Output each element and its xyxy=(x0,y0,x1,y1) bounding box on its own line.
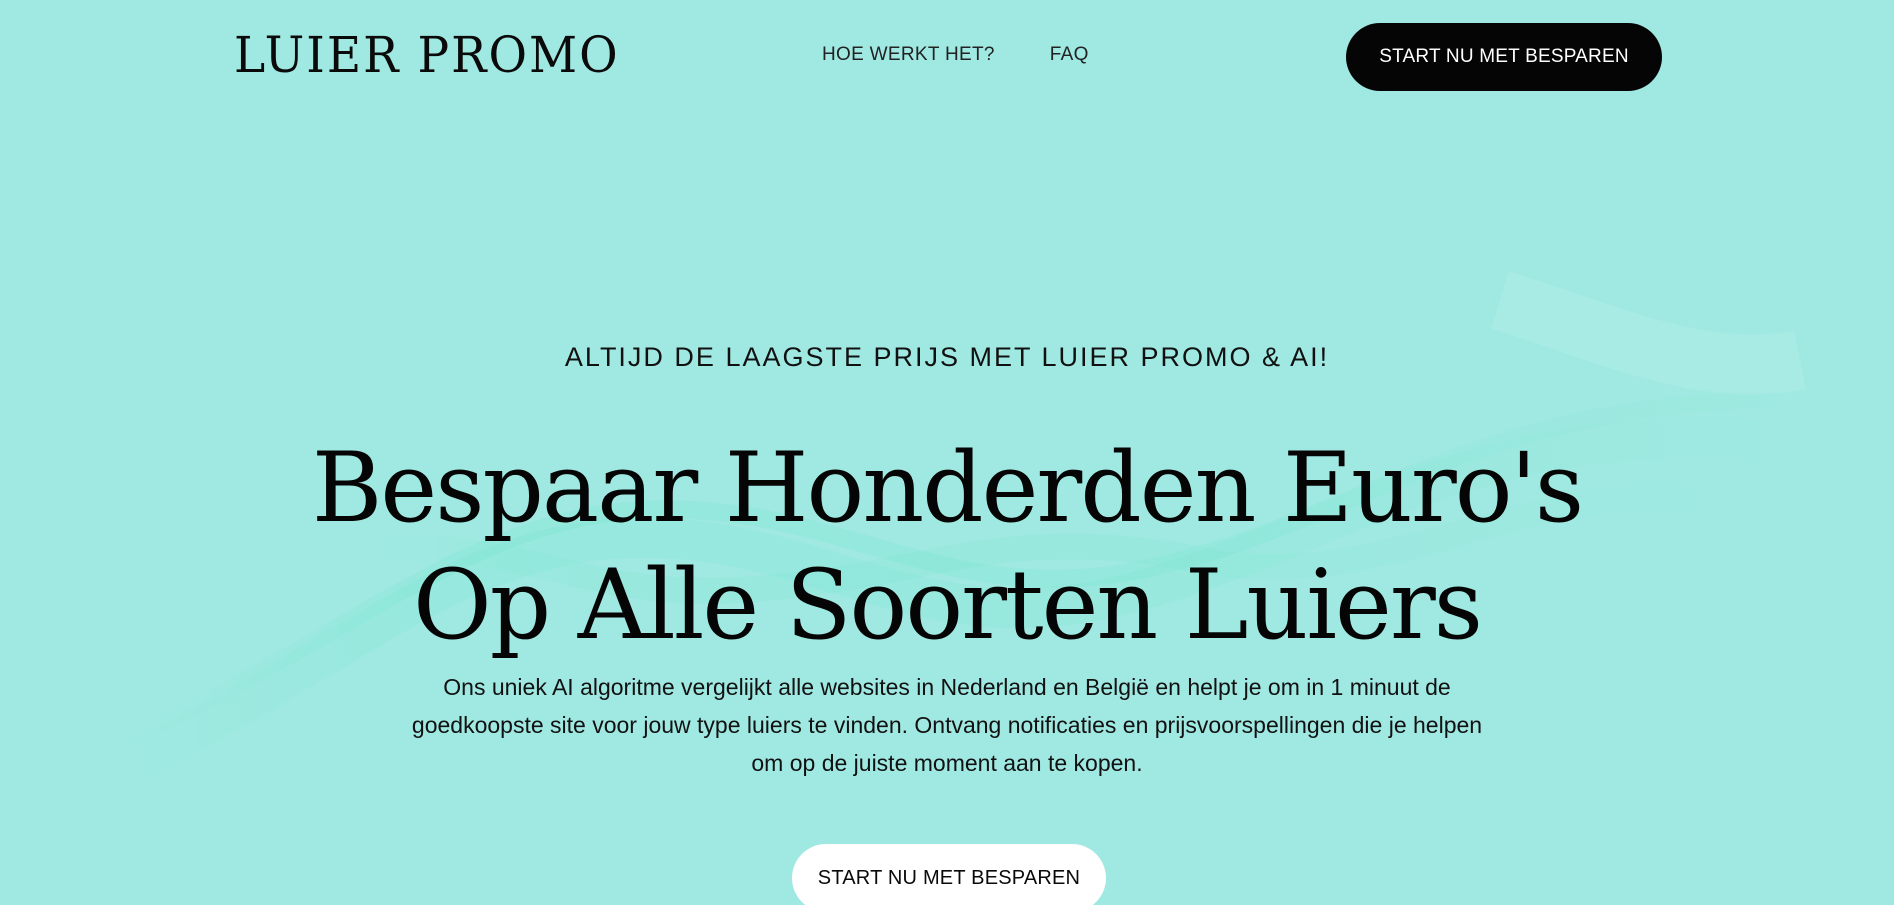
hero-eyebrow: ALTIJD DE LAAGSTE PRIJS MET LUIER PROMO … xyxy=(564,342,1330,372)
header-start-saving-button[interactable]: START NU MET BESPAREN xyxy=(1346,23,1662,91)
logo[interactable]: LUIER PROMO xyxy=(234,26,620,87)
site-header: LUIER PROMO HOE WERKT HET? FAQ START NU … xyxy=(0,0,1894,115)
hero-headline-line-2: Op Alle Soorten Luiers xyxy=(413,549,1483,661)
hero-headline: Bespaar Honderden Euro's Op Alle Soorten… xyxy=(0,430,1894,664)
nav-link-how-it-works[interactable]: HOE WERKT HET? xyxy=(822,42,995,68)
hero-headline-line-1: Bespaar Honderden Euro's xyxy=(311,432,1584,544)
hero-start-saving-button[interactable]: START NU MET BESPAREN xyxy=(792,844,1106,905)
hero-description: Ons uniek AI algoritme vergelijkt alle w… xyxy=(411,674,1483,776)
nav-link-faq[interactable]: FAQ xyxy=(1050,42,1089,68)
main-nav: HOE WERKT HET? FAQ xyxy=(822,42,1089,68)
